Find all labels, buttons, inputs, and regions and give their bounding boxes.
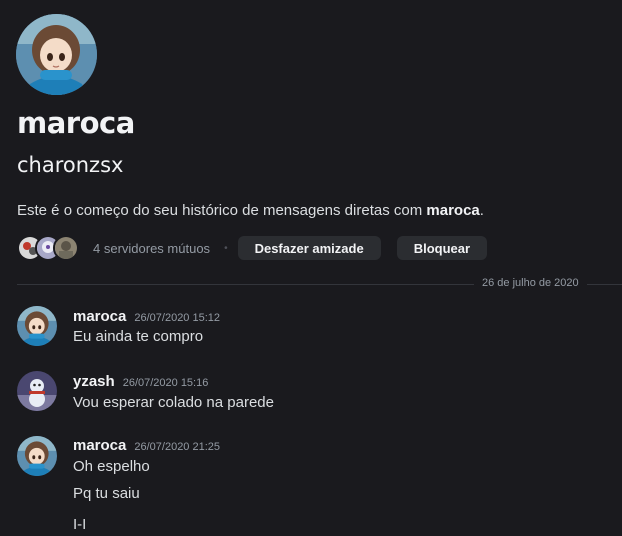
unfriend-button[interactable]: Desfazer amizade	[237, 236, 381, 260]
mutual-servers-link[interactable]: 4 servidores mútuos	[93, 241, 210, 256]
profile-display-name: maroca	[17, 106, 135, 140]
message-avatar[interactable]	[17, 371, 57, 411]
message-header: maroca 26/07/2020 15:12	[73, 308, 220, 325]
message-author[interactable]: maroca	[73, 308, 126, 325]
profile-avatar[interactable]	[16, 14, 97, 95]
message-author[interactable]: maroca	[73, 437, 126, 454]
intro-suffix: .	[479, 202, 484, 219]
date-divider-label: 26 de julho de 2020	[474, 277, 587, 289]
message-timestamp: 26/07/2020 15:16	[122, 377, 209, 389]
block-button[interactable]: Bloquear	[396, 236, 488, 260]
message-text: Eu ainda te compro	[73, 328, 204, 345]
mutual-row: 4 servidores mútuos • Desfazer amizade B…	[17, 235, 503, 261]
message-avatar[interactable]	[17, 306, 57, 346]
dm-intro-text: Este é o começo do seu histórico de mens…	[17, 202, 484, 219]
dm-page: maroca charonzsx Este é o começo do seu …	[0, 0, 622, 536]
message-avatar[interactable]	[17, 436, 57, 476]
message-timestamp: 26/07/2020 21:25	[134, 441, 221, 453]
message-text: Oh espelho	[73, 458, 150, 475]
message-text: Vou esperar colado na parede	[73, 394, 274, 411]
separator-dot: •	[224, 242, 228, 254]
message-timestamp: 26/07/2020 15:12	[134, 312, 221, 324]
intro-prefix: Este é o começo do seu histórico de mens…	[17, 202, 427, 219]
server-icon	[53, 235, 79, 261]
message-text: I-I	[73, 516, 87, 533]
message-text: Pq tu saiu	[73, 485, 140, 502]
mutual-server-avatars[interactable]	[17, 235, 79, 261]
message-header: maroca 26/07/2020 21:25	[73, 437, 220, 454]
profile-username: charonzsx	[17, 153, 124, 177]
intro-name: maroca	[426, 202, 480, 219]
message-author[interactable]: yzash	[73, 373, 115, 390]
message-header: yzash 26/07/2020 15:16	[73, 373, 208, 390]
